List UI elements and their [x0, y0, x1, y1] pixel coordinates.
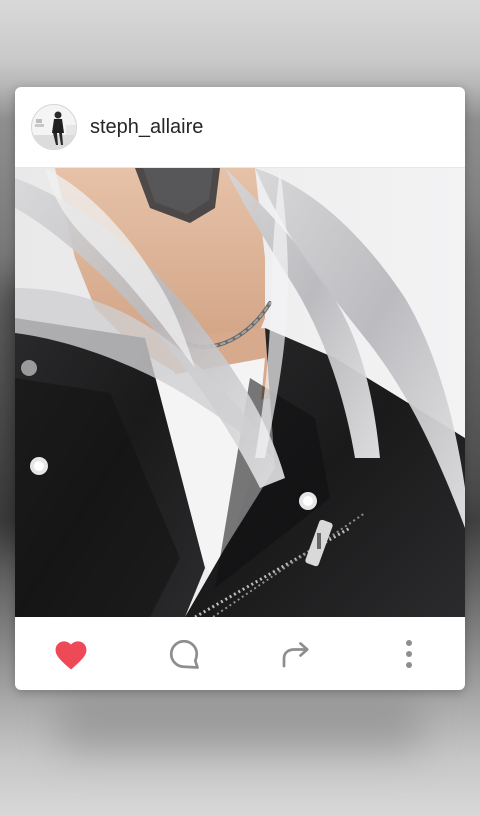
share-button[interactable] [266, 624, 326, 684]
post-header: steph_allaire [15, 87, 465, 168]
avatar[interactable] [31, 104, 77, 150]
more-options-button[interactable] [379, 624, 439, 684]
comment-button[interactable] [154, 624, 214, 684]
avatar-image [32, 105, 76, 149]
comment-icon [169, 639, 199, 669]
screen: steph_allaire [0, 0, 480, 816]
share-icon [282, 641, 309, 667]
post-photo-image [15, 168, 465, 617]
post-photo [15, 168, 465, 617]
post-preview-card: steph_allaire [15, 87, 465, 690]
post-actions-bar [15, 617, 465, 690]
more-vertical-icon [405, 639, 412, 668]
username[interactable]: steph_allaire [90, 116, 203, 139]
heart-icon [55, 640, 87, 669]
backdrop-shape [60, 690, 420, 750]
like-button[interactable] [41, 624, 101, 684]
